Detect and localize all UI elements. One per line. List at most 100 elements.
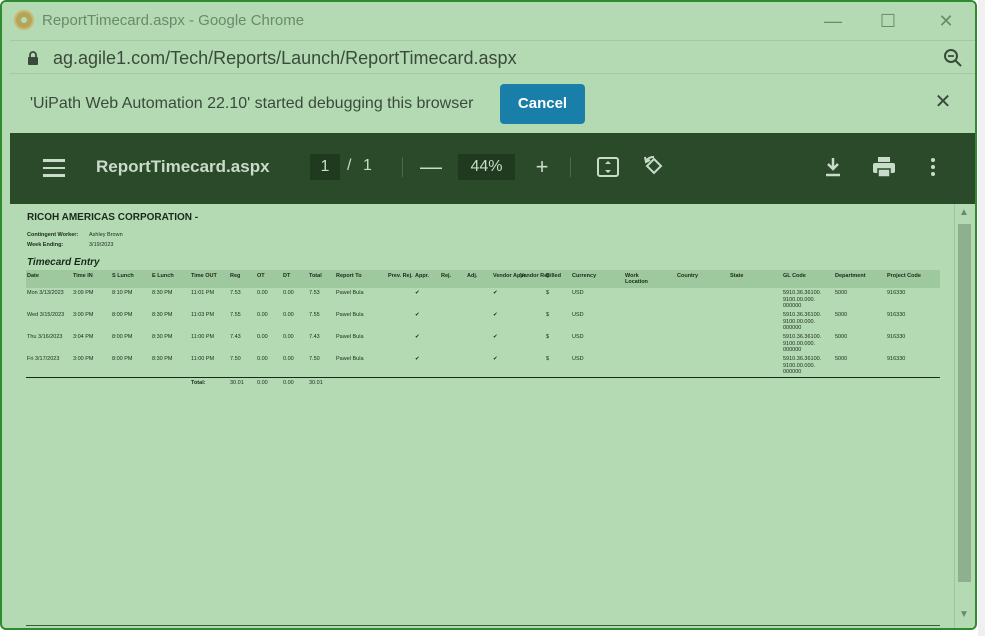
toolbar-divider: [570, 157, 571, 177]
table-cell-col-appr: ✔: [415, 356, 420, 362]
table-cell-col-s-lunch: 8:10 PM: [112, 290, 133, 296]
rotate-icon[interactable]: [642, 155, 666, 179]
table-header-col-department: Department: [835, 273, 866, 279]
lock-icon: [28, 51, 38, 65]
table-cell-col-report-to: Pawel Bula: [336, 334, 364, 340]
table-cell-col-appr: ✔: [415, 334, 420, 340]
maximize-button[interactable]: ☐: [873, 8, 903, 34]
table-header-col-currency: Currency: [572, 273, 597, 279]
table-cell-col-currency: USD: [572, 356, 584, 362]
table-cell-col-vendor-appr: ✔: [493, 290, 498, 296]
table-cell-col-time-out: 11:00 PM: [191, 356, 215, 362]
table-cell-col-time-in: 3:09 PM: [73, 290, 94, 296]
table-cell-col-department: 5000: [835, 290, 848, 296]
table-cell-col-vendor-appr: ✔: [493, 312, 498, 318]
table-cell-col-vendor-appr: ✔: [493, 356, 498, 362]
table-header-col-report-to: Report To: [336, 273, 362, 279]
close-infobar-icon[interactable]: ✕: [933, 92, 953, 112]
table-header-col-time-in: Time IN: [73, 273, 93, 279]
debugging-message: 'UiPath Web Automation 22.10' started de…: [30, 95, 474, 112]
table-header-col-date: Date: [27, 273, 39, 279]
close-window-button[interactable]: ✕: [931, 8, 961, 34]
table-cell-col-appr: ✔: [415, 290, 420, 296]
minimize-button[interactable]: —: [818, 8, 848, 34]
table-cell-col-time-out: 11:01 PM: [191, 290, 215, 296]
vertical-scrollbar[interactable]: ▲ ▼: [954, 204, 973, 628]
table-cell-col-e-lunch: 8:30 PM: [152, 356, 173, 362]
table-cell-col-date: Thu 3/16/2023: [27, 334, 63, 340]
table-header-col-country: Country: [677, 273, 699, 279]
total-divider: [26, 377, 940, 378]
table-cell-col-project-code: 916330: [887, 290, 906, 296]
fit-to-page-icon[interactable]: [597, 157, 619, 177]
table-cell-col-gl-code: 5910.36.36100. 9100.00.000. 000000: [783, 290, 822, 309]
scroll-thumb[interactable]: [958, 224, 971, 582]
table-header-col-s-lunch: S Lunch: [112, 273, 134, 279]
table-cell-col-report-to: Pawel Bula: [336, 290, 364, 296]
debugging-infobar: 'UiPath Web Automation 22.10' started de…: [10, 75, 975, 132]
title-bar: ReportTimecard.aspx - Google Chrome — ☐ …: [2, 2, 975, 40]
menu-icon[interactable]: [43, 159, 65, 177]
table-cell-col-time-in: 3:04 PM: [73, 334, 94, 340]
zoom-in-button[interactable]: +: [529, 154, 555, 180]
table-cell-col-time-in: 3:00 PM: [73, 356, 94, 362]
table-header-col-e-lunch: E Lunch: [152, 273, 174, 279]
table-cell-col-e-lunch: 8:30 PM: [152, 334, 173, 340]
table-cell-col-time-out: 11:03 PM: [191, 312, 215, 318]
zoom-out-magnifier-icon[interactable]: [943, 48, 963, 68]
print-icon[interactable]: [872, 156, 896, 178]
table-cell-col-time-in: 3:00 PM: [73, 312, 94, 318]
table-cell-col-report-to: Pawel Bula: [336, 312, 364, 318]
table-cell-col-project-code: 916330: [887, 334, 906, 340]
address-bar[interactable]: ag.agile1.com/Tech/Reports/Launch/Report…: [10, 40, 975, 74]
table-cell-col-gl-code: 5910.36.36100. 9100.00.000. 000000: [783, 312, 822, 331]
week-ending-label: Week Ending:: [27, 242, 64, 248]
chrome-logo-icon: [14, 10, 34, 30]
week-ending-value: 3/19/2023: [89, 242, 114, 248]
zoom-out-button[interactable]: —: [418, 154, 444, 180]
cancel-debugging-button[interactable]: Cancel: [500, 84, 585, 124]
table-cell-col-s-lunch: 8:00 PM: [112, 334, 133, 340]
table-cell-col-gl-code: 5910.36.36100. 9100.00.000. 000000: [783, 334, 822, 353]
table-cell-col-report-to: Pawel Bula: [336, 356, 364, 362]
table-cell-col-appr: ✔: [415, 312, 420, 318]
total-reg: 30.01: [230, 380, 244, 386]
scroll-up-arrow-icon[interactable]: ▲: [958, 208, 970, 218]
scroll-down-arrow-icon[interactable]: ▼: [958, 610, 970, 620]
more-options-icon[interactable]: [929, 157, 937, 177]
page-bottom-divider: [26, 625, 940, 626]
table-cell-col-s-lunch: 8:00 PM: [112, 312, 133, 318]
table-cell-col-date: Wed 3/15/2023: [27, 312, 65, 318]
table-cell-col-department: 5000: [835, 334, 848, 340]
table-header-col-work-location: Work Location: [625, 273, 648, 285]
zoom-level-input[interactable]: 44%: [458, 154, 515, 180]
table-header-col-state: State: [730, 273, 744, 279]
url-text[interactable]: ag.agile1.com/Tech/Reports/Launch/Report…: [53, 48, 517, 69]
table-cell-col-vendor-appr: ✔: [493, 334, 498, 340]
table-header-col-gl-code: GL Code: [783, 273, 806, 279]
table-cell-col-department: 5000: [835, 312, 848, 318]
page-total: 1: [363, 157, 372, 174]
worker-value: Ashley Brown: [89, 232, 123, 238]
table-cell-col-e-lunch: 8:30 PM: [152, 312, 173, 318]
pdf-toolbar: ReportTimecard.aspx 1 / 1 — 44% +: [10, 133, 975, 204]
table-cell-col-s-lunch: 8:00 PM: [112, 356, 133, 362]
worker-label: Contingent Worker:: [27, 232, 79, 238]
download-icon[interactable]: [823, 156, 843, 178]
section-title: Timecard Entry: [27, 257, 100, 268]
total-ot: 0.00: [257, 380, 268, 386]
document-title: ReportTimecard.aspx: [96, 157, 270, 176]
pdf-viewer-area: RICOH AMERICAS CORPORATION - Contingent …: [10, 204, 975, 628]
table-header-col-time-out: Time OUT: [191, 273, 217, 279]
table-cell-col-project-code: 916330: [887, 312, 906, 318]
table-cell-col-date: Fri 3/17/2023: [27, 356, 60, 362]
page-separator: /: [347, 157, 352, 174]
table-header-col-project-code: Project Code: [887, 273, 921, 279]
table-cell-col-project-code: 916330: [887, 356, 906, 362]
table-cell-col-date: Mon 3/13/2023: [27, 290, 64, 296]
total-dt: 0.00: [283, 380, 294, 386]
pdf-page: RICOH AMERICAS CORPORATION - Contingent …: [10, 204, 953, 628]
table-cell-col-currency: USD: [572, 334, 584, 340]
page-number-input[interactable]: 1: [310, 154, 340, 180]
table-cell-col-gl-code: 5910.36.36100. 9100.00.000. 000000: [783, 356, 822, 375]
